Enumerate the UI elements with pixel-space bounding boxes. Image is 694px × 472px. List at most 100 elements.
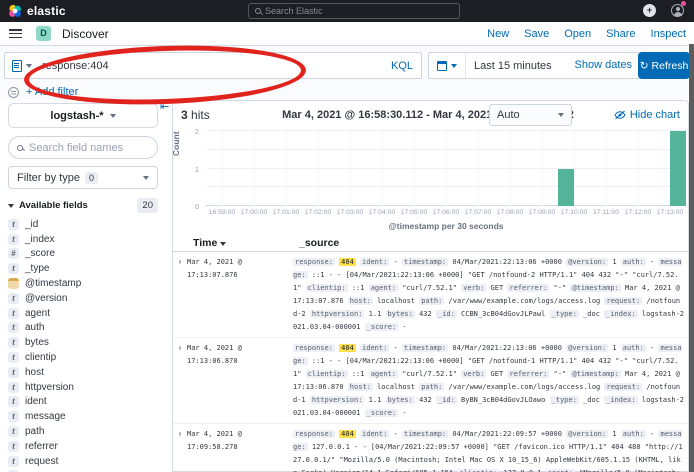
field-item-httpversion[interactable]: thttpversion xyxy=(8,380,160,395)
hide-chart-label: Hide chart xyxy=(630,109,680,121)
field-name-chip: referrer: xyxy=(507,370,549,378)
expand-row-icon[interactable]: › xyxy=(173,256,187,334)
field-item-message[interactable]: tmessage xyxy=(8,409,160,424)
add-filter-link[interactable]: + Add filter xyxy=(26,86,78,98)
nav-action-open[interactable]: Open xyxy=(564,28,591,40)
nav-action-save[interactable]: Save xyxy=(524,28,549,40)
field-item-type[interactable]: t_type xyxy=(8,261,160,276)
global-search-input[interactable]: Search Elastic xyxy=(248,3,460,19)
x-tick-label: 17:04:00 xyxy=(369,209,395,216)
field-type-badge: t xyxy=(8,352,19,363)
nav-action-inspect[interactable]: Inspect xyxy=(651,28,686,40)
nav-action-new[interactable]: New xyxy=(487,28,509,40)
calendar-icon[interactable] xyxy=(437,61,447,71)
expand-row-icon[interactable]: › xyxy=(173,342,187,420)
gridline-vertical xyxy=(574,131,575,206)
nav-action-share[interactable]: Share xyxy=(606,28,635,40)
field-name-chip: ident: xyxy=(360,344,389,352)
available-fields-header[interactable]: Available fields 20 xyxy=(8,198,158,213)
field-item-response[interactable]: tresponse xyxy=(8,469,160,472)
field-value: GET xyxy=(491,284,504,292)
field-type-badge: t xyxy=(8,441,19,452)
x-tick-label: 17:07:00 xyxy=(465,209,491,216)
x-tick-label: 17:06:00 xyxy=(433,209,459,216)
interval-select[interactable]: Auto xyxy=(489,104,572,126)
field-item-score[interactable]: #_score xyxy=(8,247,160,262)
scrollbar[interactable] xyxy=(689,44,694,472)
field-name-chip: clientip: xyxy=(306,284,348,292)
chevron-down-icon xyxy=(110,114,116,118)
field-item-ident[interactable]: tident xyxy=(8,395,160,410)
field-name-chip: verb: xyxy=(461,284,486,292)
field-type-badge: t xyxy=(8,367,19,378)
field-type-badge: t xyxy=(8,456,19,467)
gridline-vertical xyxy=(510,131,511,206)
table-row: ›Mar 4, 2021 @ 17:09:58.278response: 404… xyxy=(173,424,688,472)
menu-icon[interactable] xyxy=(9,29,22,38)
field-value: - xyxy=(650,258,654,266)
calendar-chevron-icon[interactable] xyxy=(451,64,457,68)
field-value: 04/Mar/2021:22:13:06 +0000 xyxy=(452,344,562,352)
filter-by-type-dropdown[interactable]: Filter by type 0 xyxy=(8,166,158,189)
kql-language-button[interactable]: KQL xyxy=(391,60,413,72)
sidebar: logstash-* ⇤ Search field names Filter b… xyxy=(0,100,166,472)
doc-source-cell: response: 404 ident: - timestamp: 04/Mar… xyxy=(293,428,688,472)
field-name-chip: path: xyxy=(419,383,444,391)
query-input[interactable]: response:404 KQL xyxy=(4,52,422,79)
field-name-chip: auth: xyxy=(621,430,646,438)
field-search-input[interactable]: Search field names xyxy=(8,136,158,159)
field-value: "curl/7.52.1" xyxy=(402,284,457,292)
time-range-label[interactable]: Last 15 minutes xyxy=(474,60,552,72)
field-item-path[interactable]: tpath xyxy=(8,424,160,439)
field-name-chip: _index: xyxy=(604,396,638,404)
field-item-auth[interactable]: tauth xyxy=(8,321,160,336)
doc-table-header: Time _source xyxy=(173,235,688,252)
hits-count: 3 hits xyxy=(181,108,210,122)
saved-query-icon[interactable] xyxy=(12,60,22,72)
x-tick-label: 17:11:00 xyxy=(593,209,619,216)
field-value: - xyxy=(402,323,406,331)
field-item-agent[interactable]: tagent xyxy=(8,306,160,321)
hide-chart-link[interactable]: Hide chart xyxy=(614,109,680,121)
refresh-button[interactable]: ↻Refresh xyxy=(638,52,690,79)
histogram-bar[interactable] xyxy=(558,169,574,207)
field-item-version[interactable]: t@version xyxy=(8,291,160,306)
time-column-header[interactable]: Time xyxy=(193,237,226,249)
query-text[interactable]: response:404 xyxy=(42,60,109,72)
field-name-chip: _type: xyxy=(550,310,579,318)
field-name: agent xyxy=(25,308,50,319)
filter-by-type-label: Filter by type xyxy=(17,172,80,184)
field-name-chip: @timestamp: xyxy=(570,370,620,378)
field-item-clientip[interactable]: tclientip xyxy=(8,350,160,365)
saved-query-chevron-icon[interactable] xyxy=(26,64,32,68)
gridline-vertical xyxy=(478,131,479,206)
field-name: _index xyxy=(25,234,54,245)
elastic-logo[interactable]: elastic xyxy=(0,4,66,18)
collapse-sidebar-icon[interactable]: ⇤ xyxy=(160,100,169,113)
chevron-down-icon xyxy=(558,113,564,117)
histogram-bar[interactable] xyxy=(670,131,686,206)
field-name: _type xyxy=(25,263,49,274)
doc-table-body: ›Mar 4, 2021 @ 17:13:07.876response: 404… xyxy=(173,252,688,472)
gridline-vertical xyxy=(318,131,319,206)
histogram-chart[interactable] xyxy=(206,131,686,206)
field-item-index[interactable]: t_index xyxy=(8,232,160,247)
filter-options-icon[interactable] xyxy=(8,87,19,98)
expand-row-icon[interactable]: › xyxy=(173,428,187,472)
field-value: _doc xyxy=(583,396,600,404)
field-value: "curl/7.52.1" xyxy=(402,370,457,378)
field-item-bytes[interactable]: tbytes xyxy=(8,335,160,350)
chevron-down-icon xyxy=(143,176,149,180)
field-item-request[interactable]: trequest xyxy=(8,454,160,469)
index-pattern-selector[interactable]: logstash-* xyxy=(8,103,158,128)
field-item-host[interactable]: thost xyxy=(8,365,160,380)
field-item-referrer[interactable]: treferrer xyxy=(8,439,160,454)
show-dates-link[interactable]: Show dates xyxy=(575,59,632,71)
field-value: 432 xyxy=(419,310,432,318)
eye-slash-icon xyxy=(614,110,626,120)
field-name-chip: ident: xyxy=(360,258,389,266)
field-value: - xyxy=(394,258,398,266)
help-icon[interactable]: + xyxy=(643,4,656,17)
field-item-id[interactable]: t_id xyxy=(8,217,160,232)
field-item-timestamp[interactable]: @timestamp xyxy=(8,276,160,291)
